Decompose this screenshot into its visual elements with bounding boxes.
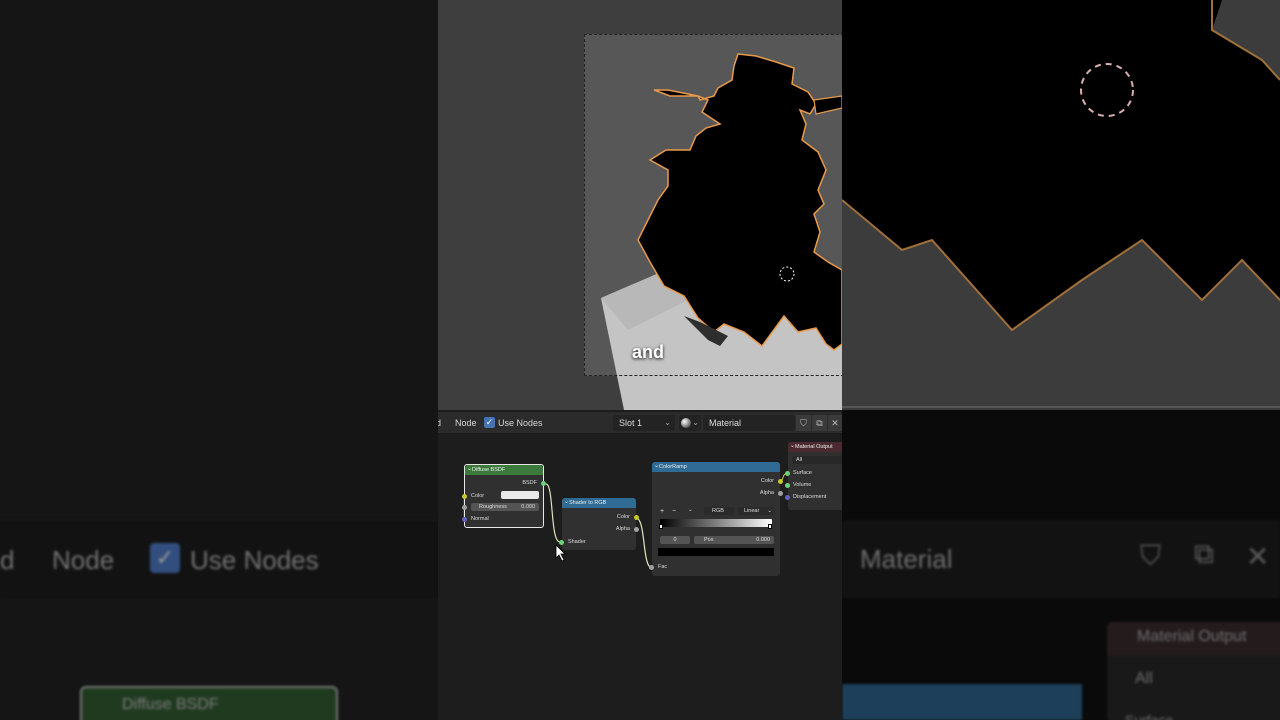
right-blurred-blue-bar xyxy=(842,684,1082,720)
shader-rgb-alpha-socket[interactable] xyxy=(634,527,639,532)
right-blurred-shield-icon: ⛉ xyxy=(1140,540,1162,571)
ramp-color-label: Color xyxy=(760,478,774,484)
diffuse-bsdf-node[interactable]: Diffuse BSDF BSDF Color Roughness 0.000 … xyxy=(462,464,546,528)
ramp-stop-black[interactable] xyxy=(659,524,663,529)
ramp-menu-chevron-icon[interactable]: ⌄ xyxy=(688,507,693,513)
color-mode-value: RGB xyxy=(712,508,724,514)
shader-rgb-color-label: Color xyxy=(616,514,630,520)
slot-dropdown[interactable]: Slot 1 ⌄ xyxy=(613,415,675,431)
left-blurred-checkbox-icon: ✓ xyxy=(150,543,180,573)
normal-input-label: Normal xyxy=(471,516,489,522)
stop-index-field[interactable]: 0 xyxy=(660,536,690,544)
shader-rgb-alpha-label: Alpha xyxy=(615,526,630,532)
right-blurred-close-icon: ✕ xyxy=(1246,541,1270,572)
node-editor-canvas[interactable]: Diffuse BSDF BSDF Color Roughness 0.000 … xyxy=(438,434,842,720)
slot-value: Slot 1 xyxy=(619,418,643,428)
left-blurred-partial-text: d xyxy=(0,545,15,575)
roughness-slider[interactable]: Roughness 0.000 xyxy=(471,503,539,511)
color-input-label: Color xyxy=(471,493,485,499)
color-ramp-header[interactable]: ColorRamp xyxy=(652,461,780,472)
color-input-socket[interactable] xyxy=(462,494,467,499)
ramp-alpha-label: Alpha xyxy=(759,490,774,496)
left-blurred-background: d Node ✓ Use Nodes Diffuse BSDF xyxy=(0,0,438,720)
canvas-frame xyxy=(584,34,842,376)
unlink-close-icon[interactable]: ✕ xyxy=(828,415,842,431)
left-blurred-node-title: Diffuse BSDF xyxy=(122,696,219,713)
remove-stop-button[interactable]: − xyxy=(672,508,676,515)
material-name-value: Material xyxy=(709,418,742,428)
material-sphere-icon xyxy=(681,418,691,428)
mouse-cursor-icon xyxy=(555,544,566,562)
stop-color-swatch[interactable] xyxy=(658,548,774,556)
right-blurred-node-surface: Surface xyxy=(1125,712,1174,720)
shader-to-rgb-header[interactable]: Shader to RGB xyxy=(562,497,636,508)
chevron-down-icon: ⌄ xyxy=(692,418,699,427)
video-subtitle: and xyxy=(632,342,665,362)
ramp-stop-white[interactable] xyxy=(768,524,772,529)
right-blurred-header: Material ⛉ ⧉ ✕ xyxy=(842,520,1280,598)
roughness-value: 0.000 xyxy=(521,504,535,510)
fake-user-shield-icon[interactable]: ⛉ xyxy=(796,415,811,431)
volume-label: Volume xyxy=(793,482,812,488)
left-blurred-node: Diffuse BSDF xyxy=(80,686,338,720)
bsdf-output-label: BSDF xyxy=(522,480,537,486)
material-output-node[interactable]: Material Output All Surface Volume Displ… xyxy=(785,441,842,510)
material-name-field[interactable]: Material xyxy=(703,415,795,431)
material-browse-button[interactable]: ⌄ xyxy=(679,415,701,431)
use-nodes-checkbox[interactable]: ✓ xyxy=(484,417,495,428)
bsdf-output-socket[interactable] xyxy=(541,481,546,486)
roughness-label: Roughness xyxy=(479,504,507,510)
surface-label: Surface xyxy=(793,470,812,476)
node-editor-header: d Node ✓ Use Nodes Slot 1 ⌄ ⌄ Material ⛉… xyxy=(438,412,842,434)
duplicate-material-icon[interactable]: ⧉ xyxy=(812,415,827,431)
left-blurred-node-menu: Node xyxy=(52,545,115,575)
interpolation-value: Linear xyxy=(744,508,760,514)
diffuse-bsdf-header[interactable]: Diffuse BSDF xyxy=(465,464,543,475)
surface-socket[interactable] xyxy=(785,471,790,476)
stop-index-value: 0 xyxy=(673,537,677,543)
ramp-color-socket[interactable] xyxy=(778,479,783,484)
header-partial-menu[interactable]: d xyxy=(438,418,441,428)
left-blurred-use-nodes: Use Nodes xyxy=(190,545,319,575)
pos-label: Pos xyxy=(704,537,714,543)
blender-window: and d Node ✓ Use Nodes Slot 1 ⌄ ⌄ Materi… xyxy=(438,0,842,720)
shader-to-rgb-node[interactable]: Shader to RGB Color Alpha Shader xyxy=(559,497,639,550)
color-mode-dropdown[interactable]: RGB xyxy=(704,507,734,515)
normal-input-socket[interactable] xyxy=(462,517,467,522)
right-blurred-duplicate-icon: ⧉ xyxy=(1194,538,1214,569)
node-menu[interactable]: Node xyxy=(455,418,477,428)
displacement-socket[interactable] xyxy=(785,495,790,500)
color-ramp-gradient[interactable] xyxy=(660,519,772,527)
ramp-fac-label: Fac xyxy=(658,564,668,570)
shader-rgb-shader-label: Shader xyxy=(568,539,586,545)
color-swatch[interactable] xyxy=(501,491,539,499)
right-blurred-node-target: All xyxy=(1135,670,1153,687)
left-blurred-header: d Node ✓ Use Nodes xyxy=(0,520,438,598)
material-output-header[interactable]: Material Output xyxy=(788,441,842,452)
volume-socket[interactable] xyxy=(785,483,790,488)
chevron-down-icon: ⌄ xyxy=(664,418,671,427)
ramp-alpha-socket[interactable] xyxy=(778,491,783,496)
interpolation-dropdown[interactable]: Linear ⌄ xyxy=(738,507,774,515)
ramp-fac-socket[interactable] xyxy=(649,565,654,570)
displacement-label: Displacement xyxy=(793,494,827,500)
right-blurred-node: Material Output All Surface xyxy=(1107,622,1280,720)
use-nodes-label: Use Nodes xyxy=(498,418,543,428)
right-blurred-background: Material ⛉ ⧉ ✕ Material Output All Surfa… xyxy=(842,0,1280,720)
right-blurred-material-name: Material xyxy=(860,544,953,574)
right-blurred-zoom-image xyxy=(842,0,1280,410)
roughness-socket[interactable] xyxy=(462,505,467,510)
output-target-value: All xyxy=(796,457,803,463)
color-ramp-node[interactable]: ColorRamp Color Alpha + − ⌄ RGB Linear ⌄… xyxy=(649,461,783,576)
pos-value: 0.000 xyxy=(756,537,770,543)
output-target-dropdown[interactable]: All xyxy=(792,456,842,464)
add-stop-button[interactable]: + xyxy=(660,508,664,515)
right-blurred-node-title: Material Output xyxy=(1137,628,1247,645)
chevron-down-icon: ⌄ xyxy=(767,508,772,514)
shader-rgb-color-socket[interactable] xyxy=(634,515,639,520)
pos-field[interactable]: Pos 0.000 xyxy=(694,536,774,544)
render-viewport[interactable]: and xyxy=(438,0,842,410)
